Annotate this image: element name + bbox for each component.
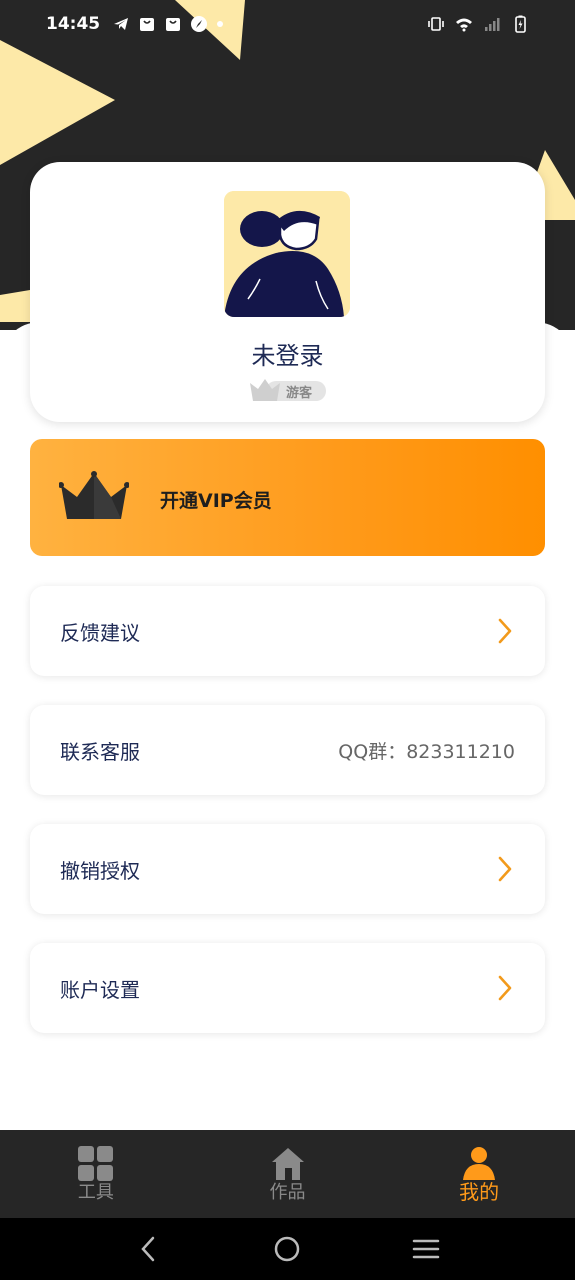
chevron-right-icon — [498, 618, 512, 644]
house-icon — [271, 1148, 304, 1180]
battery-icon — [515, 15, 526, 33]
profile-name[interactable]: 未登录 — [30, 336, 545, 371]
menu-label: 联系客服 — [60, 739, 140, 764]
tab-tools[interactable]: 工具 — [0, 1130, 192, 1218]
grid-icon — [77, 1146, 113, 1181]
menu-item-revoke[interactable]: 撤销授权 — [30, 824, 545, 914]
menu-item-feedback[interactable]: 反馈建议 — [30, 586, 545, 676]
system-nav-bar — [0, 1218, 575, 1280]
bag-icon — [140, 18, 155, 31]
signal-icon — [485, 18, 500, 31]
notification-dot-icon — [217, 21, 224, 27]
chevron-right-icon — [498, 975, 512, 1001]
home-circle-icon — [275, 1236, 300, 1262]
avatar-illustration — [224, 191, 350, 317]
menu-label: 账户设置 — [60, 977, 140, 1002]
vip-banner[interactable]: 开通VIP会员 — [30, 439, 545, 556]
tab-label: 工具 — [77, 1182, 114, 1203]
vip-crown-icon — [59, 471, 129, 519]
bag-icon — [166, 18, 181, 31]
vibrate-icon — [428, 17, 444, 31]
menu-label: 反馈建议 — [60, 620, 140, 645]
tab-mine[interactable]: 我的 — [383, 1130, 575, 1218]
guest-badge-label: 游客 — [286, 386, 313, 401]
recents-button[interactable] — [406, 1229, 446, 1269]
status-bar: 14:45 — [0, 0, 575, 48]
back-button[interactable] — [129, 1229, 169, 1269]
wifi-icon — [456, 18, 472, 32]
compass-icon — [191, 16, 208, 32]
bottom-tab-bar: 工具 作品 我的 — [0, 1130, 575, 1218]
tab-works[interactable]: 作品 — [192, 1130, 384, 1218]
tab-label: 我的 — [459, 1180, 500, 1204]
home-button[interactable] — [267, 1229, 307, 1269]
menu-lines-icon — [412, 1239, 440, 1259]
profile-card[interactable]: 未登录 游客 — [30, 162, 545, 422]
menu-item-account[interactable]: 账户设置 — [30, 943, 545, 1033]
telegram-icon — [114, 18, 129, 30]
menu-item-contact[interactable]: 联系客服 QQ群：823311210 — [30, 705, 545, 795]
tab-label: 作品 — [269, 1182, 306, 1203]
chevron-right-icon — [498, 856, 512, 882]
guest-badge: 游客 — [248, 378, 326, 402]
back-icon — [141, 1236, 155, 1262]
qq-group-value: QQ群：823311210 — [338, 740, 515, 763]
status-time: 14:45 — [46, 14, 101, 34]
vip-label: 开通VIP会员 — [160, 490, 272, 512]
menu-label: 撤销授权 — [60, 858, 140, 883]
crown-icon — [250, 379, 280, 401]
avatar[interactable] — [224, 191, 350, 317]
